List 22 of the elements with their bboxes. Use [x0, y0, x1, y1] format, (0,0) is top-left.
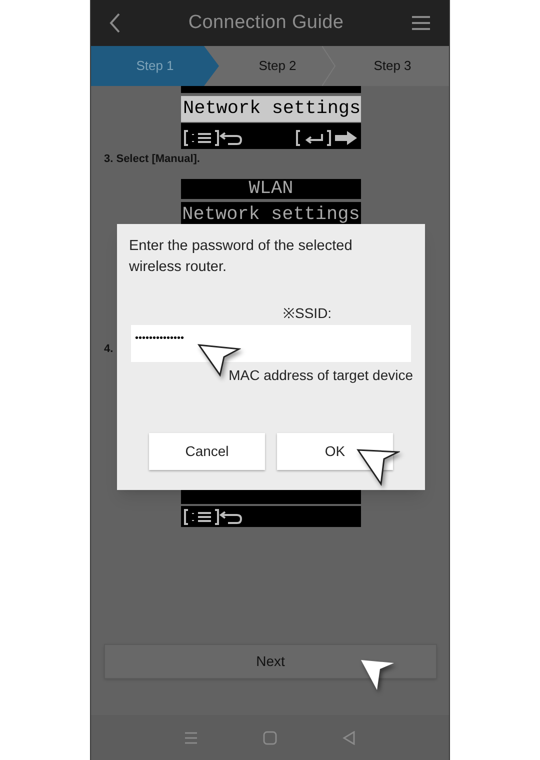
- home-icon[interactable]: [262, 730, 277, 744]
- list-back-icon: [183, 129, 245, 147]
- step-tab[interactable]: Step 2: [219, 46, 336, 86]
- ssid-label: ※SSID:: [283, 305, 333, 321]
- instruction-text: 3. Select [Manual].: [104, 153, 201, 165]
- lcd-row: WLAN: [181, 179, 361, 199]
- dialog-button[interactable]: Cancel: [149, 433, 265, 470]
- back-icon[interactable]: [109, 13, 121, 33]
- instruction-text: 4.: [104, 343, 114, 355]
- enter-next-icon: [295, 129, 359, 147]
- pointer-arrow-icon: [360, 658, 396, 692]
- next-button[interactable]: Next: [104, 644, 437, 679]
- mac-address-label: MAC address of target device: [228, 367, 413, 383]
- pointer-arrow-icon: [356, 448, 400, 486]
- dialog-message: Enter the password of the selected wireless router.: [128, 237, 354, 277]
- step-divider: [322, 46, 336, 86]
- screen-title: Connection Guide: [188, 10, 344, 35]
- list-back-icon: [183, 508, 245, 526]
- menu-icon[interactable]: [411, 15, 431, 31]
- lcd-row: Network settings: [181, 96, 361, 122]
- step-tab[interactable]: Step 1: [91, 46, 219, 86]
- step-tab[interactable]: Step 3: [336, 46, 449, 86]
